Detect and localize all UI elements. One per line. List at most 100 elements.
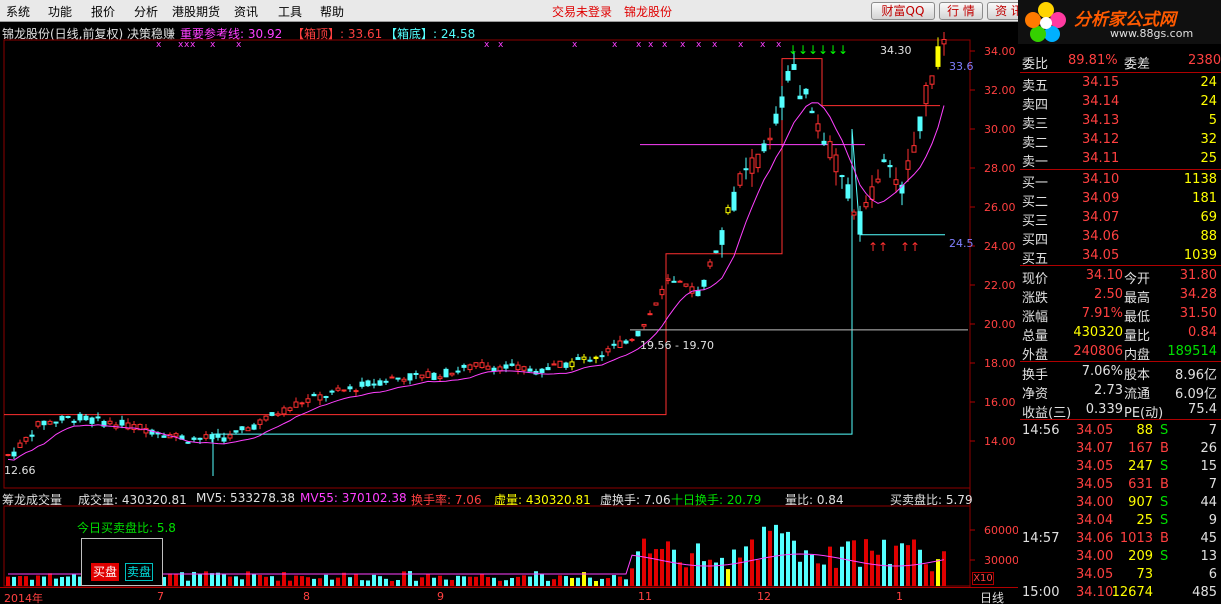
box-resistance-line — [4, 58, 940, 416]
candle-body — [563, 362, 569, 368]
candle-body — [257, 419, 263, 425]
volume-bar — [24, 576, 28, 586]
candle-body — [407, 373, 413, 381]
volume-bar — [786, 531, 790, 586]
volume-bar — [54, 578, 58, 586]
volume-bar — [366, 580, 370, 586]
signal-x-marker: x — [190, 40, 196, 50]
candle-body — [413, 373, 419, 376]
candle-body — [239, 426, 245, 431]
volume-bar — [270, 576, 274, 586]
candle-body — [401, 378, 407, 382]
candle-body — [839, 175, 845, 178]
candle-body — [59, 415, 65, 421]
zoom-x10-button[interactable]: X10 — [972, 572, 994, 585]
buy-sell-ratio-value: 买卖盘比: 5.79 — [890, 493, 973, 507]
candle-body — [653, 302, 659, 306]
candle-body — [881, 159, 887, 163]
candle-body — [65, 415, 71, 418]
tick-row: 34.04 25 S 9 — [1076, 513, 1217, 528]
volume-bar — [480, 573, 484, 586]
candle-body — [623, 340, 629, 344]
candle-body — [479, 362, 485, 369]
sell-signal-arrow-icon: ↓ — [788, 43, 798, 57]
volume-bar — [684, 567, 688, 586]
candle-body — [539, 368, 545, 373]
volume-bar — [174, 573, 178, 586]
volume-bar — [708, 559, 712, 586]
candle-body — [71, 420, 77, 423]
sell-signal-arrow-icon: ↓ — [818, 43, 828, 57]
stat-row: 外盘 240806 内盘 189514 — [1022, 344, 1217, 363]
volume-ratio-value: 量比: 0.84 — [785, 493, 844, 507]
candlestick-chart[interactable]: ↓ ↓ ↓ ↓ ↓ ↓↑ ↑ ↑ ↑x x x x x x x x x x x x x x x x x x x 34.0032.00… — [0, 0, 1018, 604]
candle-body — [929, 75, 935, 85]
candle-body — [329, 390, 335, 393]
volume-bar — [348, 577, 352, 586]
candle-body — [83, 415, 89, 421]
volume-bar — [558, 575, 562, 586]
volume-bar — [552, 579, 556, 586]
vol-value: 成交量: 430320.81 — [78, 493, 187, 507]
volume-bar — [744, 546, 748, 586]
ma-line — [7, 102, 945, 461]
volume-bar — [186, 580, 190, 586]
candle-body — [473, 362, 479, 367]
volume-tick: 30000 — [984, 554, 1018, 567]
candle-body — [755, 153, 761, 169]
price-tick: 14.00 — [984, 435, 1016, 448]
volume-bar — [918, 549, 922, 586]
candle-body — [371, 383, 377, 386]
candle-body — [29, 434, 35, 437]
volume-bar — [66, 576, 70, 586]
today-buy-sell-ratio: 今日买卖盘比: 5.8 — [77, 521, 176, 535]
candle-body — [185, 441, 191, 444]
volume-bar — [528, 576, 532, 586]
tick-row: 14:57 34.06 1013 B 45 — [1022, 531, 1217, 546]
volume-bar — [264, 576, 268, 586]
sell-button[interactable]: 卖盘 — [125, 563, 153, 581]
volume-bar — [372, 574, 376, 586]
candle-body — [707, 261, 713, 267]
candle-body — [797, 95, 803, 100]
candle-body — [467, 364, 473, 371]
candle-body — [857, 211, 863, 235]
volume-bar — [882, 539, 886, 586]
candle-body — [311, 393, 317, 397]
volume-bar — [762, 526, 766, 586]
volume-bar — [804, 550, 808, 586]
candle-body — [275, 413, 281, 416]
volume-bar — [468, 576, 472, 586]
volume-bar — [498, 580, 502, 586]
volume-bar — [942, 551, 946, 586]
volume-bar — [846, 541, 850, 586]
volume-bar — [30, 579, 34, 586]
buy-signal-arrow-icon: ↑ — [900, 240, 910, 254]
candle-body — [317, 394, 323, 401]
volume-bar — [576, 577, 580, 586]
candle-body — [461, 364, 467, 368]
candle-body — [335, 387, 341, 391]
bid-row: 买四 34.06 88 — [1022, 229, 1217, 248]
stat-row: 涨幅 7.91% 最低 31.50 — [1022, 306, 1217, 325]
volume-bar — [732, 549, 736, 586]
candle-body — [557, 360, 563, 368]
candle-body — [911, 145, 917, 153]
vol-indicator-name: 筹龙成交量 — [2, 493, 63, 507]
volume-bar — [630, 568, 634, 586]
volume-bar — [18, 576, 22, 586]
price-tick: 26.00 — [984, 201, 1016, 214]
candle-body — [161, 435, 167, 438]
volume-bar — [234, 576, 238, 586]
candle-body — [677, 280, 683, 283]
volume-bar — [540, 573, 544, 586]
period-label[interactable]: 日线 — [980, 589, 1004, 604]
candle-body — [347, 386, 353, 390]
volume-bar — [930, 571, 934, 586]
candle-body — [659, 288, 665, 296]
volume-bar — [936, 559, 940, 586]
candle-body — [47, 420, 53, 425]
buy-button[interactable]: 买盘 — [91, 563, 119, 581]
candle-body — [545, 367, 551, 371]
candle-body — [773, 113, 779, 124]
